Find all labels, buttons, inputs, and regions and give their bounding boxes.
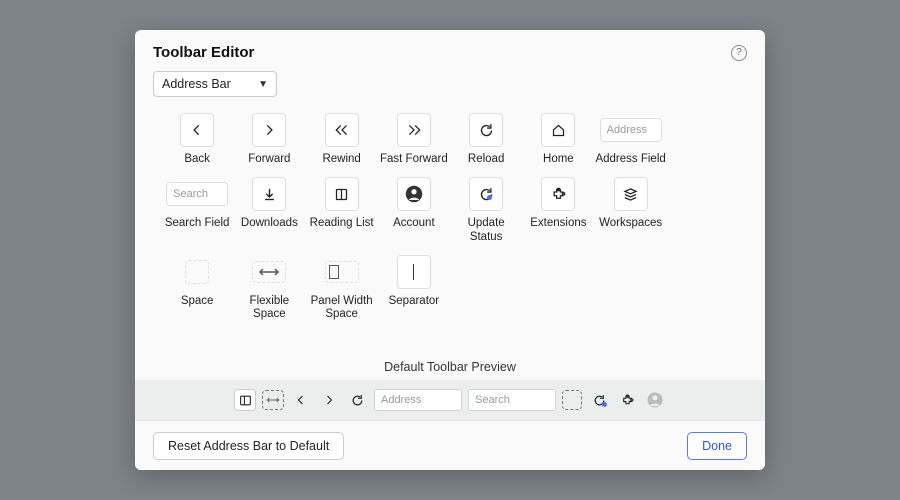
- update-status-icon: [469, 177, 503, 211]
- workspaces-icon: [614, 177, 648, 211]
- tool-home[interactable]: Home: [522, 113, 594, 167]
- tool-fast-forward[interactable]: Fast Forward: [378, 113, 450, 167]
- chevron-down-icon: ▼: [258, 79, 268, 90]
- preview-reload[interactable]: [346, 389, 368, 411]
- reload-icon: [469, 113, 503, 147]
- preview-extensions[interactable]: [616, 389, 638, 411]
- panel-width-space-icon: [325, 261, 359, 283]
- preview-update-status[interactable]: [588, 389, 610, 411]
- preview-account[interactable]: [644, 389, 666, 411]
- preview-search-field[interactable]: Search: [468, 389, 556, 411]
- flexible-space-icon: [252, 261, 286, 283]
- tool-palette: Back Forward Rewind Fast Forward: [135, 107, 765, 352]
- page-title: Toolbar Editor: [153, 44, 254, 61]
- preview-flexible-space[interactable]: [262, 390, 284, 410]
- reading-list-icon: [325, 177, 359, 211]
- extensions-icon: [541, 177, 575, 211]
- preview-address-field[interactable]: Address: [374, 389, 462, 411]
- tool-forward[interactable]: Forward: [233, 113, 305, 167]
- footer: Reset Address Bar to Default Done: [135, 420, 765, 470]
- address-field-preview: Address: [600, 118, 662, 142]
- done-button[interactable]: Done: [687, 432, 747, 460]
- tool-reading-list[interactable]: Reading List: [306, 177, 378, 245]
- separator-icon: [397, 255, 431, 289]
- search-field-preview: Search: [166, 182, 228, 206]
- tool-space[interactable]: Space: [161, 255, 233, 323]
- tool-address-field[interactable]: Address Address Field: [595, 113, 667, 167]
- fast-forward-icon: [397, 113, 431, 147]
- tool-back[interactable]: Back: [161, 113, 233, 167]
- tool-flexible-space[interactable]: Flexible Space: [233, 255, 305, 323]
- target-toolbar-value: Address Bar: [162, 77, 231, 91]
- preview-heading: Default Toolbar Preview: [135, 352, 765, 380]
- home-icon: [541, 113, 575, 147]
- tool-reload[interactable]: Reload: [450, 113, 522, 167]
- help-icon[interactable]: ?: [731, 45, 747, 61]
- back-icon: [180, 113, 214, 147]
- tool-extensions[interactable]: Extensions: [522, 177, 594, 245]
- target-toolbar-select[interactable]: Address Bar ▼: [153, 71, 277, 97]
- tool-downloads[interactable]: Downloads: [233, 177, 305, 245]
- account-icon: [397, 177, 431, 211]
- forward-icon: [252, 113, 286, 147]
- downloads-icon: [252, 177, 286, 211]
- tool-account[interactable]: Account: [378, 177, 450, 245]
- toolbar-editor-window: Toolbar Editor ? Address Bar ▼ Back Forw…: [135, 30, 765, 470]
- rewind-icon: [325, 113, 359, 147]
- tool-separator[interactable]: Separator: [378, 255, 450, 323]
- tool-search-field[interactable]: Search Search Field: [161, 177, 233, 245]
- default-toolbar-preview: Address Search: [135, 380, 765, 420]
- preview-back[interactable]: [290, 389, 312, 411]
- target-toolbar-row: Address Bar ▼: [135, 67, 765, 107]
- preview-space[interactable]: [562, 390, 582, 410]
- reset-button[interactable]: Reset Address Bar to Default: [153, 432, 344, 460]
- tool-panel-width-space[interactable]: Panel Width Space: [306, 255, 378, 323]
- tool-workspaces[interactable]: Workspaces: [595, 177, 667, 245]
- header: Toolbar Editor ?: [135, 30, 765, 67]
- tool-update-status[interactable]: Update Status: [450, 177, 522, 245]
- preview-forward[interactable]: [318, 389, 340, 411]
- tool-rewind[interactable]: Rewind: [306, 113, 378, 167]
- preview-panel-toggle[interactable]: [234, 389, 256, 411]
- space-icon: [185, 260, 209, 284]
